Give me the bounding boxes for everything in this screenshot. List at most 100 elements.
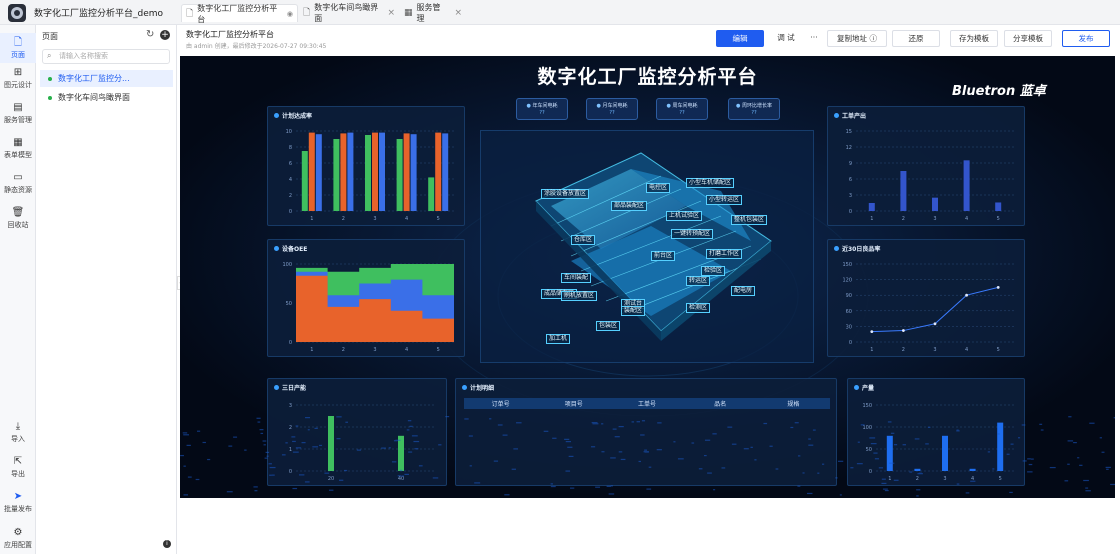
zone-label[interactable]: 加工机 (546, 334, 571, 344)
particle (970, 480, 976, 482)
zone-label[interactable]: 打磨工作区 (706, 249, 743, 259)
zone-label[interactable]: 前台区 (651, 251, 676, 261)
particle (570, 487, 575, 489)
more-button[interactable]: ··· (804, 30, 824, 47)
tab-workshop[interactable]: 🗋 数字化车间鸟瞰界面 × (299, 3, 399, 23)
debug-button[interactable]: 调 试 (769, 30, 803, 47)
particle (504, 494, 510, 496)
left-nav: 🗋 页面 ⊞ 图元设计 ▤ 服务管理 ▦ 表单模型 ▭ 静态资源 🗑 回收站 ⤓ 导入 ⇱ 导出… (0, 25, 36, 554)
zone-label[interactable]: 装配区 (621, 306, 646, 316)
zone-label[interactable]: 整机包装区 (731, 215, 768, 225)
zone-label[interactable]: 检测区 (686, 303, 711, 313)
particle (393, 440, 398, 442)
particle (254, 490, 258, 492)
x-tick-label: 4 (965, 347, 968, 353)
add-page-icon[interactable]: + (160, 30, 170, 40)
edit-button[interactable]: 编辑 (716, 30, 764, 47)
card-output: 工单产出 0 3 6 9 12 15 1 2 3 4 5 (827, 106, 1025, 226)
nav-label: 导入 (11, 435, 25, 443)
particle (260, 432, 264, 435)
particle (1067, 463, 1070, 465)
zone-label[interactable]: 配电房 (731, 286, 756, 296)
zone-label[interactable]: 检验区 (701, 266, 726, 276)
nav-batch-publish[interactable]: ➤ 批量发布 (0, 491, 36, 514)
info-icon[interactable]: i (163, 540, 171, 548)
particle (797, 485, 801, 487)
particle (881, 478, 886, 480)
nav-trash[interactable]: 🗑 回收站 (0, 207, 36, 230)
nav-label: 服务管理 (4, 116, 32, 124)
search-input[interactable]: 请输入名称搜索 (42, 49, 170, 64)
refresh-icon[interactable]: ↻ (146, 29, 154, 40)
zone-label[interactable]: 涂胶设备放置区 (541, 189, 590, 199)
particle (233, 436, 238, 438)
particle (565, 470, 571, 472)
save-template-button[interactable]: 存为模板 (950, 30, 998, 47)
bulb-icon: ● (666, 103, 671, 109)
particle (1079, 464, 1083, 466)
zone-label[interactable]: 部品装配区 (611, 201, 648, 211)
particle (489, 418, 492, 420)
particle (513, 448, 518, 450)
restore-button[interactable]: 还原 (892, 30, 940, 47)
nav-components[interactable]: ⊞ 图元设计 (0, 67, 36, 90)
quality-rate-chart: 0 30 60 90 120 150 1 2 3 4 5 (842, 262, 1014, 353)
particle (344, 469, 348, 472)
zone-label[interactable]: 转运区 (686, 276, 711, 286)
nav-import[interactable]: ⤓ 导入 (0, 421, 36, 444)
particle (409, 425, 413, 427)
kpi-label: 月车间电耗 (602, 103, 628, 109)
particle (822, 463, 825, 465)
particle (411, 435, 418, 437)
zone-label[interactable]: 一键转预配区 (671, 229, 714, 239)
publish-button[interactable]: 发布 (1062, 30, 1110, 47)
tab-services[interactable]: ▦ 服务管理 × (400, 3, 466, 23)
tab-pin-icon[interactable]: ◉ (287, 10, 293, 18)
nav-label: 图元设计 (4, 81, 32, 89)
share-template-button[interactable]: 分享模板 (1004, 30, 1052, 47)
particle (870, 443, 877, 445)
particle (565, 440, 571, 443)
nav-forms[interactable]: ▦ 表单模型 (0, 137, 36, 160)
page-item-dashboard[interactable]: 数字化工厂监控分... (40, 70, 173, 87)
nav-export[interactable]: ⇱ 导出 (0, 456, 36, 479)
particle (698, 468, 703, 470)
search-icon: ⌕ (47, 51, 52, 60)
close-icon[interactable]: × (387, 8, 395, 18)
zone-label[interactable]: 电控区 (646, 183, 671, 193)
particle (328, 489, 334, 491)
particle (391, 461, 397, 463)
page-item-workshop[interactable]: 数字化车间鸟瞰界面 (40, 89, 173, 106)
plan-rate-chart: 02468101 2 3 4 5 (286, 129, 454, 222)
nav-pages[interactable]: 🗋 页面 (0, 33, 36, 63)
zone-label[interactable]: 小型转运区 (706, 195, 743, 205)
particle (775, 468, 779, 470)
particle (1077, 457, 1080, 459)
tab-label: 数字化工厂监控分析平台 (197, 3, 278, 24)
nav-assets[interactable]: ▭ 静态资源 (0, 172, 36, 195)
particle (345, 421, 348, 423)
zone-label[interactable]: 车间装配 (561, 273, 592, 283)
send-icon: ➤ (13, 491, 23, 502)
zone-label[interactable]: 上机试验区 (666, 211, 703, 221)
kpi-label: 周车间电耗 (672, 103, 698, 109)
plant-3d-view[interactable]: 涂胶设备放置区 电控区 小型车机储配区部品装配区 小型转运区 上机试验区 整机包装区一键转… (480, 130, 814, 363)
zone-label[interactable]: 小型车机储配区 (686, 178, 735, 188)
particle (291, 436, 296, 438)
zone-label[interactable]: 仓库区 (571, 235, 596, 245)
particle (887, 421, 892, 423)
nav-services[interactable]: ▤ 服务管理 (0, 102, 36, 125)
copy-address-button[interactable]: 复制地址 ⓘ (827, 30, 887, 47)
zone-label[interactable]: 包装区 (596, 321, 621, 331)
nav-label: 批量发布 (4, 505, 32, 513)
particle (882, 488, 888, 490)
nav-app-config[interactable]: ⚙ 应用配置 (0, 527, 36, 550)
close-icon[interactable]: × (454, 8, 462, 18)
particle (817, 472, 820, 474)
nav-label: 表单模型 (4, 151, 32, 159)
nav-label: 应用配置 (4, 541, 32, 549)
zone-label[interactable]: 刷机放置区 (561, 291, 598, 301)
particle (1049, 466, 1056, 469)
tab-dashboard[interactable]: 🗋 数字化工厂监控分析平台 ◉ (181, 3, 298, 24)
particle (407, 420, 412, 422)
